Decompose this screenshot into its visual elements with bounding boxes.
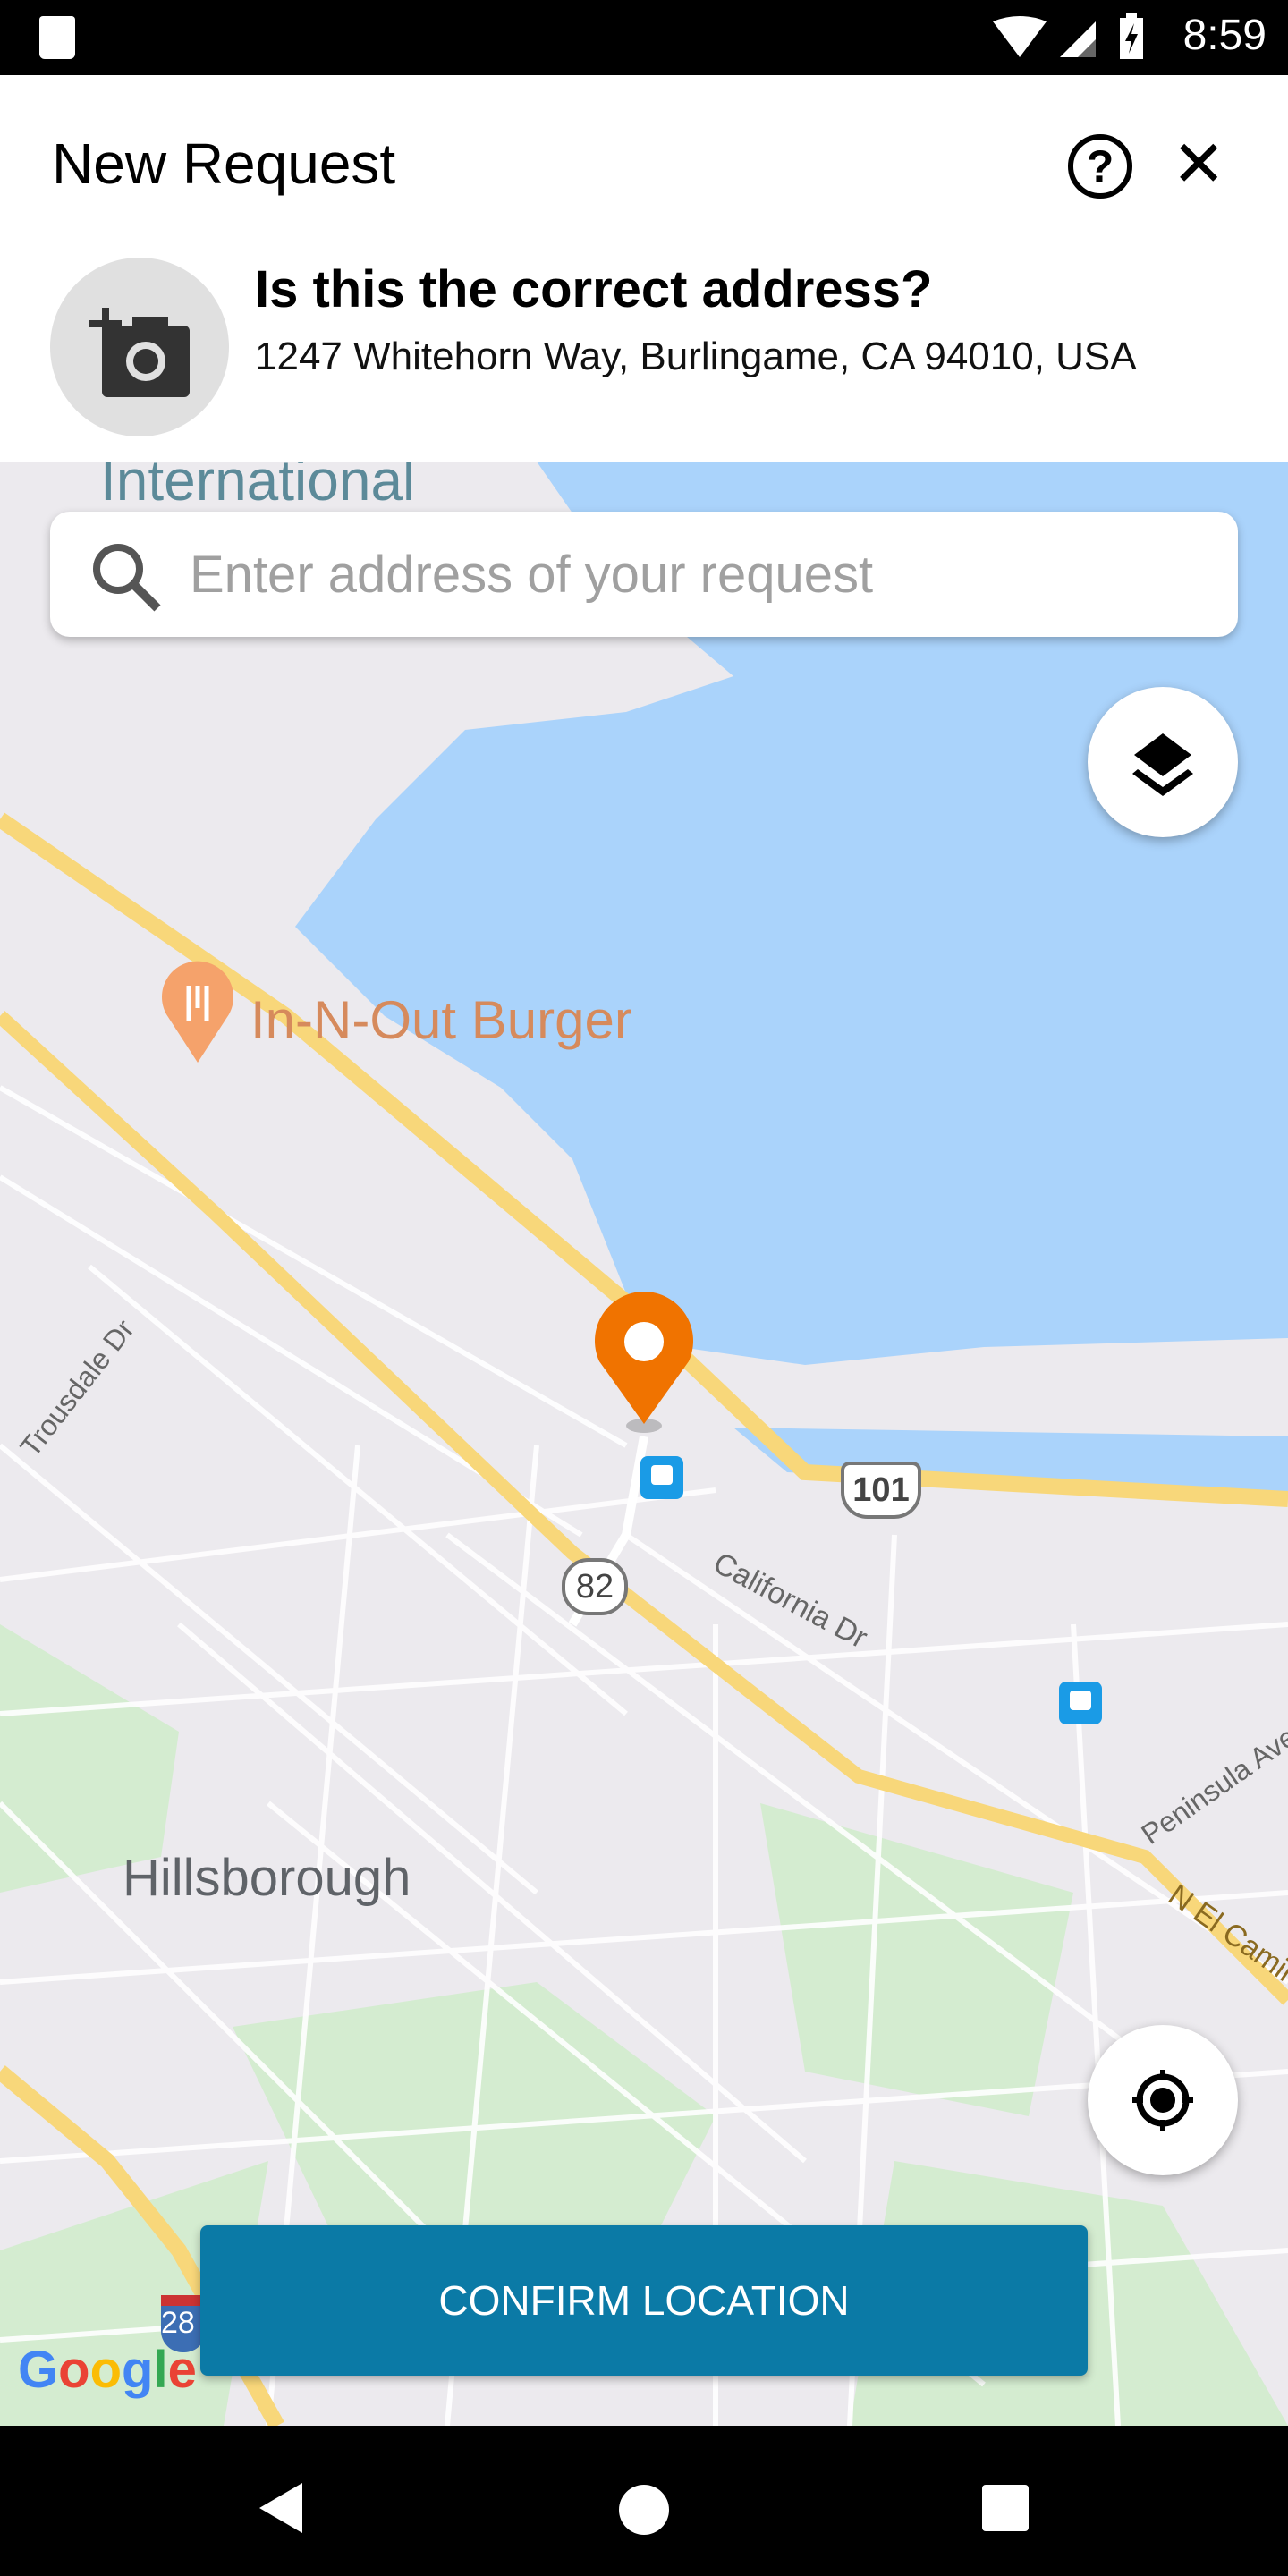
map-label-airport: International [100,462,416,513]
wifi-icon [993,16,1096,57]
my-location-button[interactable] [1088,2025,1238,2175]
layers-icon [1132,733,1193,796]
back-icon[interactable] [259,2483,304,2533]
my-location-icon [1132,2070,1193,2131]
transit-station-icon[interactable] [640,1456,683,1499]
google-logo: Google [18,2341,197,2399]
search-icon [93,544,161,612]
home-icon[interactable] [617,2483,671,2537]
confirm-question: Is this the correct address? [255,260,933,318]
header: New Request ? ✕ Is this the correct addr… [0,75,1288,462]
route-shield-101: 101 [841,1462,921,1519]
add-photo-button[interactable] [50,258,229,436]
battery-charging-icon [1120,13,1143,59]
close-icon[interactable]: ✕ [1172,129,1225,200]
address-text: 1247 Whitehorn Way, Burlingame, CA 94010… [255,335,1137,378]
location-pin-icon[interactable] [590,1292,698,1435]
add-photo-icon [89,308,190,397]
help-circle-icon[interactable]: ? [1068,134,1132,199]
map-label-town: Hillsborough [123,1849,411,1907]
sd-card-icon [39,16,75,59]
transit-station-icon[interactable] [1059,1682,1102,1724]
confirm-location-button[interactable]: CONFIRM LOCATION [200,2225,1088,2376]
route-shield-82: 82 [562,1558,628,1615]
restaurant-pin-icon[interactable] [157,959,238,1066]
address-search-input[interactable] [190,530,1209,619]
page-title: New Request [52,131,396,196]
navigation-bar [0,2426,1288,2576]
clock: 8:59 [1182,12,1267,59]
recents-icon[interactable] [982,2485,1032,2535]
map-label-restaurant[interactable]: In-N-Out Burger [250,989,632,1051]
map-layers-button[interactable] [1088,687,1238,837]
status-bar: 8:59 [0,0,1288,75]
address-search-box[interactable] [50,512,1238,637]
